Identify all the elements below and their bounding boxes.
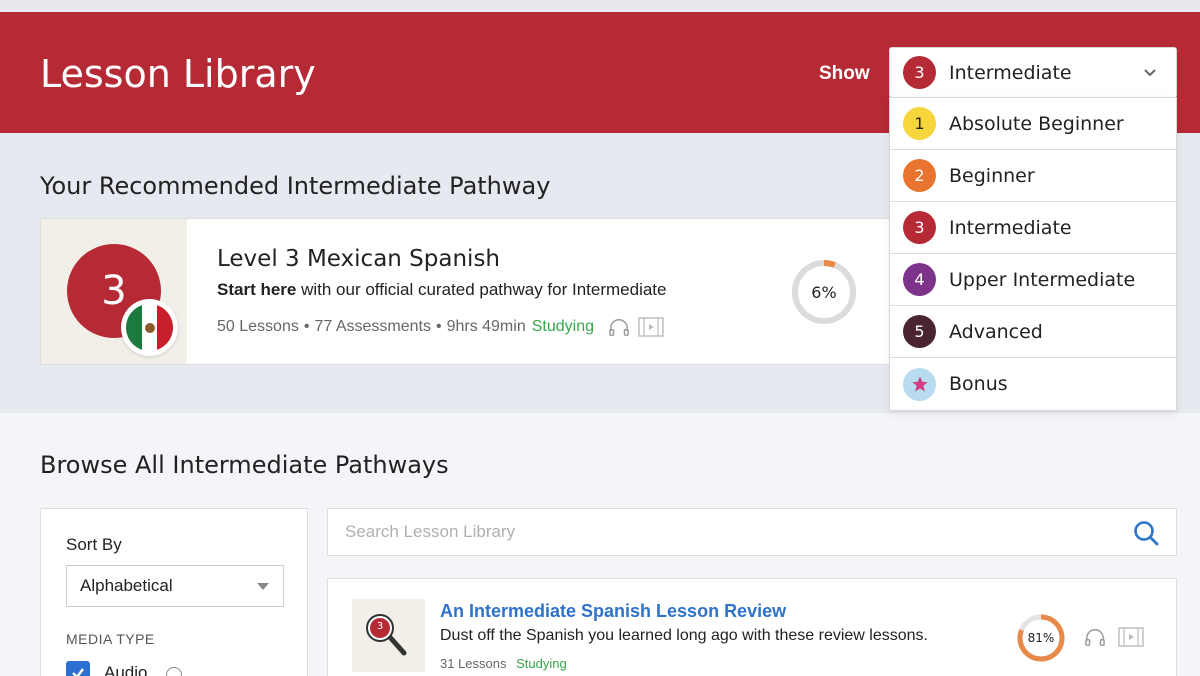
pathway-progress-ring: 6% xyxy=(790,258,858,326)
level-dropdown-menu: 1 Absolute Beginner 2 Beginner 3 Interme… xyxy=(889,97,1177,411)
lesson-progress-ring: 81% xyxy=(1016,613,1066,663)
checkmark-icon xyxy=(72,668,84,676)
sort-select-value: Alphabetical xyxy=(80,576,173,595)
level-option-bonus[interactable]: Bonus xyxy=(890,358,1176,410)
level-option-absolute-beginner[interactable]: 1 Absolute Beginner xyxy=(890,98,1176,150)
pathway-progress-text: 6% xyxy=(811,282,837,302)
lesson-description: Dust off the Spanish you learned long ag… xyxy=(440,627,928,644)
mexico-flag-icon xyxy=(121,299,178,356)
level-badge: 3 xyxy=(903,56,936,89)
level-badge-2: 2 xyxy=(903,159,936,192)
level-badge-1: 1 xyxy=(903,107,936,140)
audio-checkbox[interactable] xyxy=(66,661,90,676)
lesson-progress-text: 81% xyxy=(1027,631,1055,645)
level-badge-3: 3 xyxy=(903,211,936,244)
show-label: Show xyxy=(819,63,870,84)
assessment-count: 77 Assessments xyxy=(314,318,431,335)
lesson-count: 50 Lessons xyxy=(217,318,299,335)
status-studying: Studying xyxy=(516,656,567,671)
level-option-intermediate[interactable]: 3 Intermediate xyxy=(890,202,1176,254)
video-icon xyxy=(638,317,664,337)
pathway-thumbnail: 3 xyxy=(41,219,187,364)
level-badge-4: 4 xyxy=(903,263,936,296)
pathway-title: Level 3 Mexican Spanish xyxy=(217,246,501,272)
lesson-count: 31 Lessons xyxy=(440,656,507,671)
magnifier-icon xyxy=(366,614,407,656)
lesson-level-badge: 3 xyxy=(376,621,384,632)
duration: 9hrs 49min xyxy=(446,318,526,335)
level-option-label: Upper Intermediate xyxy=(949,268,1136,291)
lesson-thumbnail: 3 xyxy=(352,599,425,672)
level-option-upper-intermediate[interactable]: 4 Upper Intermediate xyxy=(890,254,1176,306)
level-option-advanced[interactable]: 5 Advanced xyxy=(890,306,1176,358)
audio-label: Audio xyxy=(104,663,148,676)
pathway-description-rest: with our official curated pathway for In… xyxy=(296,280,667,299)
sort-select[interactable]: Alphabetical xyxy=(66,565,284,607)
caret-down-icon xyxy=(257,583,269,590)
lesson-series-card[interactable]: 3 An Intermediate Spanish Lesson Review … xyxy=(327,578,1177,676)
filter-panel: Sort By Alphabetical MEDIA TYPE Audio xyxy=(40,508,308,676)
level-option-label: Beginner xyxy=(949,164,1035,187)
lesson-media-icons xyxy=(1084,627,1144,652)
level-badge-bonus xyxy=(903,367,936,401)
level-option-label: Advanced xyxy=(949,320,1043,343)
page-title: Lesson Library xyxy=(40,52,316,96)
star-icon xyxy=(912,376,927,392)
level-select-value: Intermediate xyxy=(949,61,1072,84)
level-select[interactable]: 3 Intermediate xyxy=(889,47,1177,98)
pathway-description: Start here with our official curated pat… xyxy=(217,280,666,300)
info-icon[interactable] xyxy=(166,667,182,676)
video-icon xyxy=(1118,627,1144,652)
browse-section-title: Browse All Intermediate Pathways xyxy=(40,451,449,479)
search-box xyxy=(327,508,1177,556)
chevron-down-icon xyxy=(1144,69,1156,77)
level-option-label: Intermediate xyxy=(949,216,1072,239)
media-type-label: MEDIA TYPE xyxy=(66,631,155,647)
recommended-section-title: Your Recommended Intermediate Pathway xyxy=(40,172,551,200)
status-studying: Studying xyxy=(531,318,594,335)
headphones-icon xyxy=(1084,627,1106,652)
level-badge-5: 5 xyxy=(903,315,936,348)
level-option-label: Absolute Beginner xyxy=(949,112,1124,135)
lesson-title-link[interactable]: An Intermediate Spanish Lesson Review xyxy=(440,601,786,622)
lesson-meta: 31 Lessons Studying xyxy=(440,656,567,671)
pathway-meta: 50 Lessons • 77 Assessments • 9hrs 49min… xyxy=(217,317,664,337)
sort-by-label: Sort By xyxy=(66,535,122,554)
recommended-pathway-card[interactable]: 3 Level 3 Mexican Spanish Start here wit… xyxy=(40,218,940,365)
level-option-beginner[interactable]: 2 Beginner xyxy=(890,150,1176,202)
headphones-icon xyxy=(608,317,630,337)
top-strip xyxy=(0,0,1200,12)
search-input[interactable] xyxy=(328,509,1118,555)
pathway-description-bold: Start here xyxy=(217,280,297,299)
search-icon[interactable] xyxy=(1132,519,1160,547)
level-option-label: Bonus xyxy=(949,373,1008,395)
